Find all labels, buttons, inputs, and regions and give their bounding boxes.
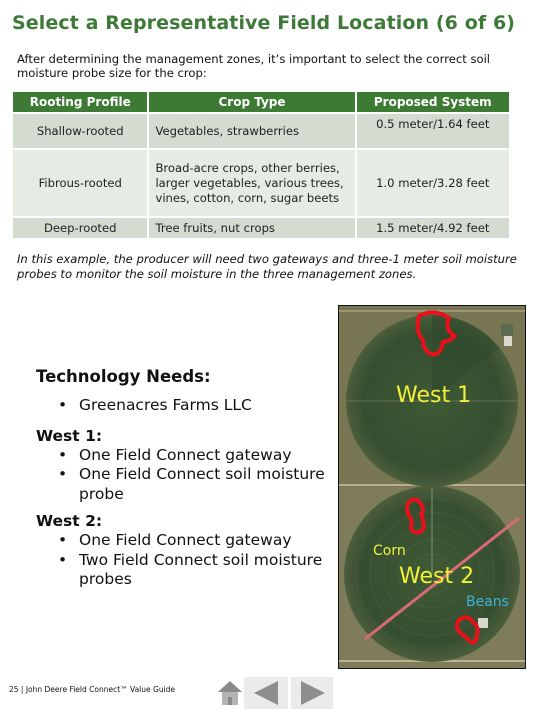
previous-arrow-icon — [254, 681, 278, 705]
home-icon — [218, 681, 242, 705]
example-text: In this example, the producer will need … — [17, 252, 517, 281]
zone-items: One Field Connect gateway One Field Conn… — [36, 446, 336, 505]
farm-building — [478, 618, 488, 628]
map-label-west-2: West 2 — [399, 564, 475, 589]
page-footer: 25 | John Deere Field Connect™ Value Gui… — [9, 685, 176, 694]
map-label-west-1: West 1 — [396, 383, 472, 408]
farmstead — [501, 324, 513, 336]
column-header: Rooting Profile — [10, 92, 150, 114]
rooting-profile-cell: Fibrous-rooted — [10, 148, 150, 218]
column-header: Proposed System — [354, 92, 512, 114]
list-item: One Field Connect soil moisture probe — [58, 465, 336, 504]
farm-building — [504, 336, 512, 346]
rooting-profile-table: Rooting Profile Crop Type Proposed Syste… — [10, 92, 512, 240]
previous-page-button[interactable] — [244, 677, 288, 709]
company-name: Greenacres Farms LLC — [58, 396, 336, 416]
intro-text: After determining the management zones, … — [17, 52, 491, 80]
list-item: One Field Connect gateway — [58, 446, 336, 466]
column-header: Crop Type — [147, 92, 357, 114]
proposed-system-cell: 1.0 meter/3.28 feet — [354, 148, 512, 218]
proposed-system-cell: 0.5 meter/1.64 feet — [354, 112, 512, 150]
crop-type-cell: Tree fruits, nut crops — [147, 216, 357, 240]
aerial-image — [339, 306, 525, 668]
next-arrow-icon — [301, 681, 325, 705]
crop-type-cell: Vegetables, strawberries — [147, 112, 357, 150]
page-title: Select a Representative Field Location (… — [12, 12, 516, 34]
map-label-beans: Beans — [466, 594, 509, 610]
proposed-system-cell: 1.5 meter/4.92 feet — [354, 216, 512, 240]
company-list: Greenacres Farms LLC — [36, 396, 336, 416]
table-row: Deep-rooted Tree fruits, nut crops 1.5 m… — [10, 216, 512, 240]
home-button[interactable] — [214, 677, 246, 709]
technology-needs-heading: Technology Needs: — [36, 367, 211, 386]
crop-type-cell: Broad-acre crops, other berries, larger … — [147, 148, 357, 218]
table-header-row: Rooting Profile Crop Type Proposed Syste… — [10, 92, 512, 114]
rooting-profile-cell: Deep-rooted — [10, 216, 150, 240]
rooting-profile-cell: Shallow-rooted — [10, 112, 150, 150]
table-row: Fibrous-rooted Broad-acre crops, other b… — [10, 148, 512, 218]
zone-heading: West 1: — [36, 426, 103, 445]
technology-needs: Technology Needs: Greenacres Farms LLC W… — [36, 366, 336, 590]
zone-heading: West 2: — [36, 512, 103, 530]
list-item: Two Field Connect soil moisture probes — [58, 551, 336, 590]
map-label-corn: Corn — [373, 543, 406, 559]
list-item: One Field Connect gateway — [58, 531, 336, 551]
next-page-button[interactable] — [291, 677, 333, 709]
zone-items: One Field Connect gateway Two Field Conn… — [36, 531, 336, 590]
table-row: Shallow-rooted Vegetables, strawberries … — [10, 112, 512, 150]
field-aerial-map: West 1 Corn West 2 Beans — [338, 305, 526, 669]
